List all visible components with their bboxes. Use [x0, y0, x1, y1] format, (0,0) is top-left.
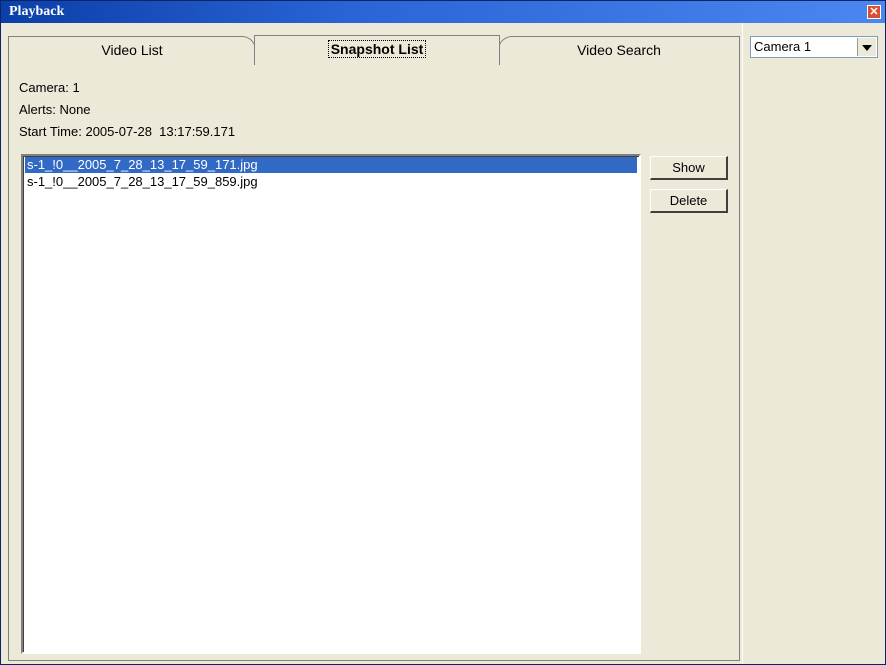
- divider: [742, 23, 743, 664]
- tab-video-search[interactable]: Video Search: [498, 36, 740, 64]
- snapshot-panel: Camera: 1 Alerts: None Start Time: 2005-…: [8, 64, 740, 661]
- list-item[interactable]: s-1_!0__2005_7_28_13_17_59_171.jpg: [25, 157, 637, 173]
- start-time-info: Start Time: 2005-07-28 13:17:59.171: [19, 124, 236, 139]
- tab-video-list[interactable]: Video List: [8, 36, 256, 64]
- alerts-info: Alerts: None: [19, 102, 91, 117]
- camera-dropdown-value: Camera 1: [754, 39, 812, 54]
- dropdown-button[interactable]: [857, 38, 876, 56]
- tab-snapshot-list[interactable]: Snapshot List: [254, 35, 500, 65]
- snapshot-file-list[interactable]: s-1_!0__2005_7_28_13_17_59_171.jpg s-1_!…: [21, 154, 641, 654]
- camera-info: Camera: 1: [19, 80, 80, 95]
- show-button[interactable]: Show: [650, 156, 728, 180]
- list-item[interactable]: s-1_!0__2005_7_28_13_17_59_859.jpg: [25, 174, 637, 190]
- camera-dropdown[interactable]: Camera 1: [750, 36, 878, 58]
- tab-strip: Video List Snapshot List Video Search: [8, 35, 740, 65]
- close-icon[interactable]: ✕: [867, 5, 881, 19]
- title-bar[interactable]: Playback ✕: [1, 1, 885, 23]
- window-title: Playback: [9, 4, 65, 19]
- chevron-down-icon: [862, 45, 872, 51]
- delete-button[interactable]: Delete: [650, 189, 728, 213]
- playback-window: Playback ✕ Video List Snapshot List Vide…: [0, 0, 886, 665]
